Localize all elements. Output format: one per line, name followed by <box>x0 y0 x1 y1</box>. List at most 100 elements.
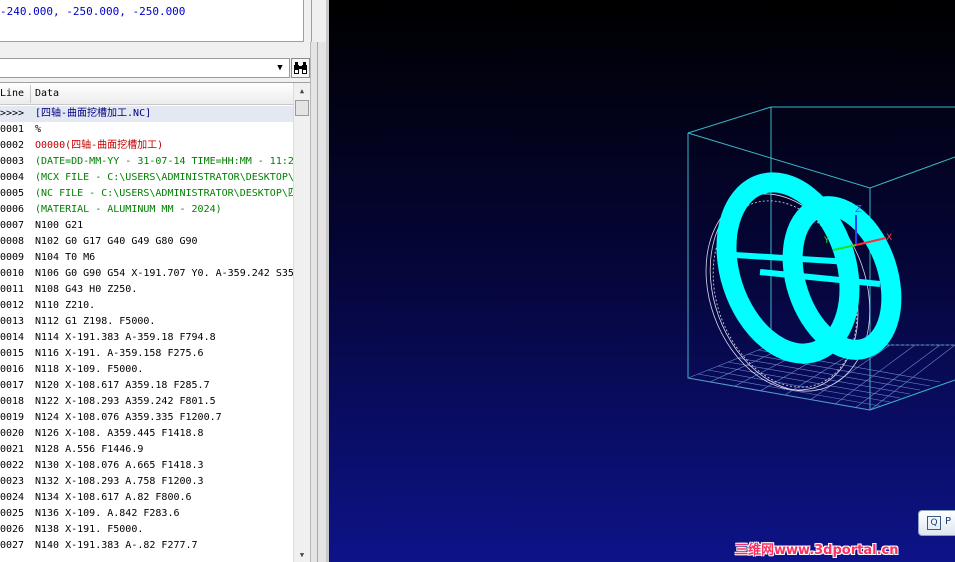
toolpath-scene: Z X Y <box>686 106 955 411</box>
line-number: >>>> <box>0 108 25 119</box>
table-row[interactable]: 0015 N116 X-191. A-359.158 F275.6 <box>0 346 293 362</box>
panel-splitter[interactable] <box>310 42 326 562</box>
table-row[interactable]: 0016 N118 X-109. F5000. <box>0 362 293 378</box>
table-row[interactable]: 0018 N122 X-108.293 A359.242 F801.5 <box>0 394 293 410</box>
axis-label-z: Z <box>855 204 862 215</box>
line-data: N128 A.556 F1446.9 <box>35 444 144 455</box>
line-data: N132 X-108.293 A.758 F1200.3 <box>35 476 204 487</box>
line-number: 0025 <box>0 508 25 519</box>
line-number: 0014 <box>0 332 25 343</box>
line-number: 0015 <box>0 348 25 359</box>
line-number: 0016 <box>0 364 25 375</box>
table-row[interactable]: 0026 N138 X-191. F5000. <box>0 522 293 538</box>
table-row[interactable]: 0027 N140 X-191.383 A-.82 F277.7 <box>0 538 293 554</box>
line-number: 0013 <box>0 316 25 327</box>
table-row[interactable]: 0008 N102 G0 G17 G40 G49 G80 G90 <box>0 234 293 250</box>
table-row[interactable]: 0017 N120 X-108.617 A359.18 F285.7 <box>0 378 293 394</box>
line-data: N112 G1 Z198. F5000. <box>35 316 156 327</box>
line-data: N136 X-109. A.842 F283.6 <box>35 508 180 519</box>
quick-view-button[interactable]: Q P <box>918 510 955 536</box>
table-row[interactable]: 0006 (MATERIAL - ALUMINUM MM - 2024) <box>0 202 293 218</box>
line-data: N122 X-108.293 A359.242 F801.5 <box>35 396 216 407</box>
table-row[interactable]: 0012 N110 Z210. <box>0 298 293 314</box>
scroll-up-icon[interactable]: ▲ <box>294 83 310 99</box>
binoculars-icon <box>294 62 307 74</box>
line-data: N104 T0 M6 <box>35 252 96 263</box>
line-data: N116 X-191. A-359.158 F275.6 <box>35 348 204 359</box>
table-row[interactable]: 0001% <box>0 122 293 138</box>
line-data: (MATERIAL - ALUMINUM MM - 2024) <box>35 204 222 215</box>
line-number: 0006 <box>0 204 25 215</box>
vertical-scrollbar[interactable]: ▲ ▼ <box>293 83 310 562</box>
line-number: 0026 <box>0 524 25 535</box>
table-row[interactable]: 0011 N108 G43 H0 Z250. <box>0 282 293 298</box>
axis-label-x: X <box>886 233 892 243</box>
column-divider[interactable] <box>30 85 31 103</box>
table-row[interactable]: 0020 N126 X-108. A359.445 F1418.8 <box>0 426 293 442</box>
line-number: 0024 <box>0 492 25 503</box>
watermark: 三维网www.3dportal.cn <box>735 543 899 558</box>
line-data: N114 X-191.383 A-359.18 F794.8 <box>35 332 216 343</box>
axis-label-y: Y <box>823 236 830 246</box>
view-icon: Q <box>927 516 941 530</box>
line-data: O0000(四轴-曲面挖槽加工) <box>35 140 164 151</box>
line-number: 0021 <box>0 444 25 455</box>
table-row[interactable]: 0023 N132 X-108.293 A.758 F1200.3 <box>0 474 293 490</box>
table-row[interactable]: 0024 N134 X-108.617 A.82 F800.6 <box>0 490 293 506</box>
line-number: 0007 <box>0 220 25 231</box>
viewport-border <box>326 0 329 562</box>
quick-view-label: P <box>945 516 952 527</box>
column-header-line[interactable]: Line <box>0 88 30 99</box>
scroll-down-icon[interactable]: ▼ <box>294 547 310 562</box>
line-data: N134 X-108.617 A.82 F800.6 <box>35 492 192 503</box>
table-row[interactable]: 0013 N112 G1 Z198. F5000. <box>0 314 293 330</box>
line-data: N100 G21 <box>35 220 84 231</box>
line-number: 0023 <box>0 476 25 487</box>
column-header-data[interactable]: Data <box>35 88 59 99</box>
table-row[interactable]: 0004 (MCX FILE - C:\USERS\ADMINISTRATOR\D… <box>0 170 293 186</box>
table-header: Line Data <box>0 83 293 105</box>
table-row[interactable]: 0003 (DATE=DD-MM-YY - 31-07-14 TIME=HH:MM… <box>0 154 293 170</box>
table-row[interactable]: 0010 N106 G0 G90 G54 X-191.707 Y0. A-359.… <box>0 266 293 282</box>
line-number: 0001 <box>0 124 25 135</box>
table-row[interactable]: >>>> [四轴-曲面挖槽加工.NC] <box>0 106 293 122</box>
line-data: N110 Z210. <box>35 300 96 311</box>
table-row[interactable]: 0021 N128 A.556 F1446.9 <box>0 442 293 458</box>
line-number: 0004 <box>0 172 25 183</box>
table-row[interactable]: 0007 N100 G21 <box>0 218 293 234</box>
line-data: [四轴-曲面挖槽加工.NC] <box>35 108 152 119</box>
filter-dropdown[interactable]: ▼ <box>0 58 290 78</box>
line-data: (DATE=DD-MM-YY - 31-07-14 TIME=HH:MM - 1… <box>35 156 293 167</box>
line-number: 0018 <box>0 396 25 407</box>
scroll-thumb[interactable] <box>295 100 309 116</box>
graphics-viewport[interactable]: Z X Y <box>326 0 955 562</box>
line-data: N138 X-191. F5000. <box>35 524 144 535</box>
table-row[interactable]: 0005 (NC FILE - C:\USERS\ADMINISTRATOR\DE… <box>0 186 293 202</box>
table-row[interactable]: 0002 O0000(四轴-曲面挖槽加工) <box>0 138 293 154</box>
table-row[interactable]: 0019 N124 X-108.076 A359.335 F1200.7 <box>0 410 293 426</box>
nc-code-table: Line Data >>>> [四轴-曲面挖槽加工.NC] 0001% 0002 O00… <box>0 82 310 562</box>
line-number: 0017 <box>0 380 25 391</box>
coordinate-readout: -240.000, -250.000, -250.000 <box>0 5 186 18</box>
line-data: % <box>35 124 42 135</box>
chevron-down-icon[interactable]: ▼ <box>272 60 288 76</box>
line-data: (MCX FILE - C:\USERS\ADMINISTRATOR\DESKT… <box>35 172 293 183</box>
line-number: 0008 <box>0 236 25 247</box>
line-number: 0010 <box>0 268 25 279</box>
toolpath-rings <box>716 172 902 364</box>
table-row[interactable]: 0025 N136 X-109. A.842 F283.6 <box>0 506 293 522</box>
splitter-line <box>317 42 318 562</box>
line-number: 0011 <box>0 284 25 295</box>
line-data: N118 X-109. F5000. <box>35 364 144 375</box>
coordinate-readout-panel: -240.000, -250.000, -250.000 <box>0 0 304 42</box>
table-row[interactable]: 0014 N114 X-191.383 A-359.18 F794.8 <box>0 330 293 346</box>
line-number: 0002 <box>0 140 25 151</box>
line-number: 0003 <box>0 156 25 167</box>
line-data: N124 X-108.076 A359.335 F1200.7 <box>35 412 222 423</box>
line-data: N130 X-108.076 A.665 F1418.3 <box>35 460 204 471</box>
line-data: N108 G43 H0 Z250. <box>35 284 138 295</box>
find-button[interactable] <box>291 58 310 78</box>
table-row[interactable]: 0009 N104 T0 M6 <box>0 250 293 266</box>
table-rows: >>>> [四轴-曲面挖槽加工.NC] 0001% 0002 O0000(四轴-曲面挖槽… <box>0 106 293 554</box>
table-row[interactable]: 0022 N130 X-108.076 A.665 F1418.3 <box>0 458 293 474</box>
